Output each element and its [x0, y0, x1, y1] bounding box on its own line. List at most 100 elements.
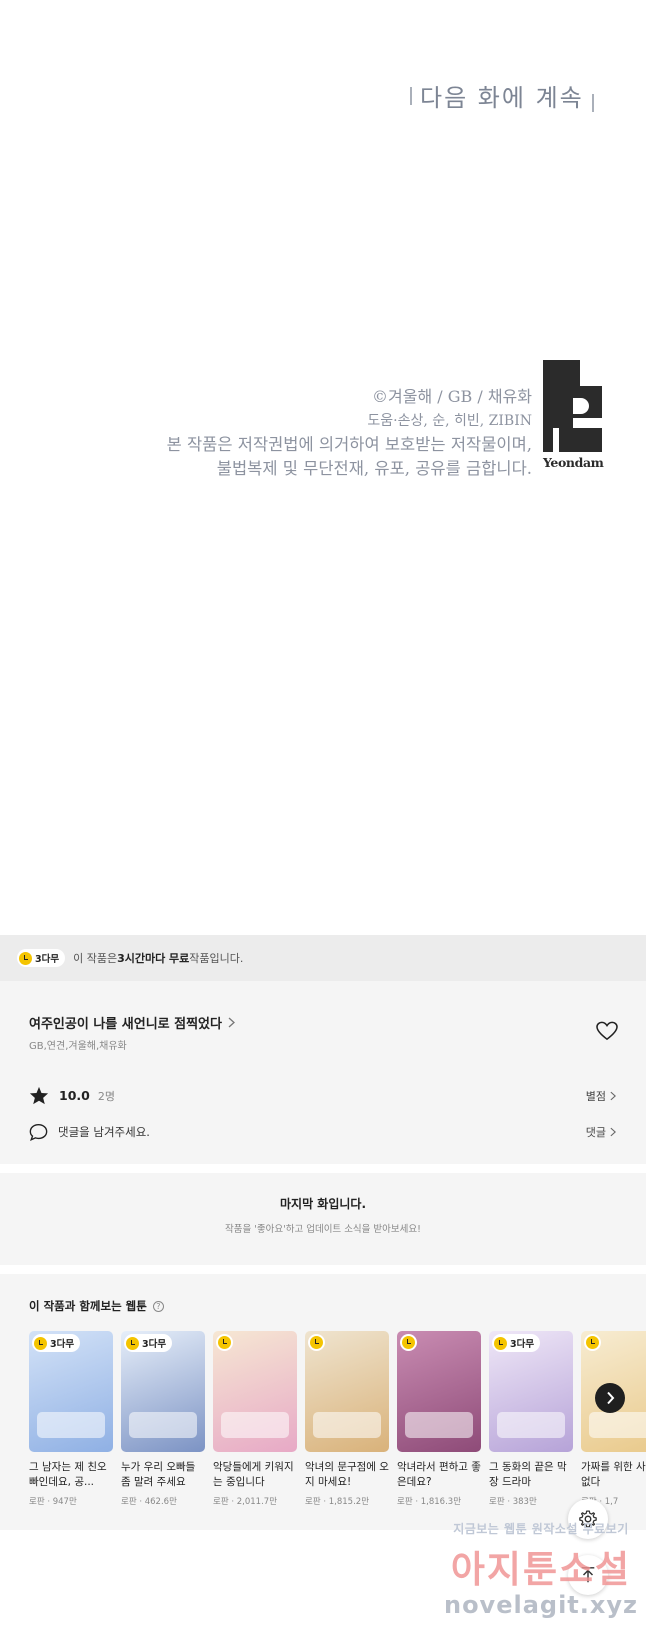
- copyright-authors: ©겨울해 / GB / 채유화: [372, 387, 532, 406]
- recommendation-thumbnail[interactable]: [213, 1331, 297, 1452]
- chevron-right-icon: [610, 1091, 616, 1100]
- rating-row: 10.0 2명 별점: [29, 1086, 616, 1105]
- recommendation-card[interactable]: 3다무그 남자는 제 친오빠인데요, 공... 로판 · 947만: [29, 1331, 113, 1507]
- last-episode-title: 마지막 화입니다.: [279, 1197, 367, 1211]
- help-icon[interactable]: ?: [152, 1300, 164, 1312]
- cover-title-art: [405, 1412, 473, 1438]
- last-episode-notice: 마지막 화입니다. 작품을 '좋아요'하고 업데이트 소식을 받아보세요!: [0, 1173, 646, 1265]
- watermark: 지금보는 웹툰 원작소설 무료보기 아지툰소설 novelagit.xyz: [436, 1520, 646, 1632]
- free-text-bold: 3시간마다 무료: [117, 952, 190, 965]
- recommendation-card[interactable]: 3다무누가 우리 오빠들 좀 말려 주세요로판 · 462.6만: [121, 1331, 205, 1507]
- free-text-after: 작품입니다.: [189, 952, 244, 965]
- chevron-right-icon: [606, 1391, 614, 1405]
- recommendation-meta: 로판 · 383만: [489, 1497, 537, 1507]
- recommendation-title[interactable]: 그 동화의 끝은 막장 드라마: [489, 1460, 573, 1490]
- heart-icon[interactable]: [596, 1021, 618, 1041]
- recommendation-meta: 로판 · 1,816.3만: [397, 1497, 462, 1507]
- cover-title-art: [313, 1412, 381, 1438]
- cover-title-art: [589, 1412, 646, 1438]
- rating-score: 10.0: [59, 1088, 90, 1103]
- arrow-up-icon: [581, 1567, 595, 1583]
- badge-label: 3다무: [35, 954, 60, 965]
- clock-icon: [494, 1336, 507, 1350]
- settings-button[interactable]: [568, 1499, 608, 1539]
- wait-free-badge: 3다무: [492, 1334, 541, 1352]
- rate-label: 별점: [585, 1089, 606, 1103]
- recommendation-thumbnail[interactable]: 3다무: [29, 1331, 113, 1452]
- publisher-name: Yeondam: [543, 455, 604, 470]
- clock-icon: [402, 1336, 415, 1349]
- recommendation-thumbnail[interactable]: 3다무: [489, 1331, 573, 1452]
- recommendation-title[interactable]: 가짜를 위한 사랑은 없다: [581, 1460, 646, 1490]
- comments-button[interactable]: 댓글: [586, 1124, 616, 1140]
- comment-placeholder: 댓글을 남겨주세요.: [58, 1125, 150, 1139]
- wait-free-badge: [400, 1334, 417, 1351]
- recommendation-title[interactable]: 누가 우리 오빠들 좀 말려 주세요: [121, 1460, 205, 1490]
- recommendation-card[interactable]: 악녀라서 편하고 좋은데요? 로판 · 1,816.3만: [397, 1331, 481, 1507]
- cover-title-art: [37, 1412, 105, 1438]
- recommendation-title[interactable]: 악당들에게 키워지는 중입니다: [213, 1460, 297, 1490]
- badge-label: 3다무: [142, 1339, 167, 1350]
- free-text-before: 이 작품은: [73, 952, 118, 965]
- clock-icon: [218, 1336, 231, 1349]
- badge-label: 3다무: [50, 1339, 75, 1350]
- recommendation-card[interactable]: 가짜를 위한 사랑은 없다로판 · 1,7: [581, 1331, 646, 1507]
- divider: [591, 93, 594, 112]
- publisher-logo: Yeondam: [543, 360, 604, 471]
- viewer-page: 다음 화에 계속 ©겨울해 / GB / 채유화 도움·손상, 순, 히빈, Z…: [0, 0, 646, 1632]
- recommendation-meta: 로판 · 462.6만: [121, 1497, 177, 1507]
- comment-row[interactable]: 댓글을 남겨주세요. 댓글: [29, 1123, 616, 1141]
- series-info: 여주인공이 나를 새언니로 점찍었다 GB,연견,겨울해,채유화 10.0 2명…: [0, 981, 646, 1164]
- recommendation-title[interactable]: 그 남자는 제 친오빠인데요, 공...: [29, 1460, 113, 1490]
- wait-free-badge: 3다무: [32, 1334, 81, 1352]
- recommendation-card[interactable]: 3다무그 동화의 끝은 막장 드라마로판 · 383만: [489, 1331, 573, 1507]
- watermark-line3: novelagit.xyz: [443, 1591, 638, 1619]
- clock-icon: [19, 951, 32, 965]
- chevron-right-icon: [610, 1127, 616, 1137]
- wait-free-badge: [308, 1334, 325, 1351]
- cover-title-art: [129, 1412, 197, 1438]
- recommendation-meta: 로판 · 2,011.7만: [213, 1497, 278, 1507]
- recommendation-meta: 로판 · 1,815.2만: [305, 1497, 370, 1507]
- wait-free-badge: [584, 1334, 601, 1351]
- copyright-block: ©겨울해 / GB / 채유화 도움·손상, 순, 히빈, ZIBIN 본 작품…: [167, 385, 532, 481]
- clock-icon: [586, 1336, 599, 1349]
- rating-count: 2명: [97, 1089, 115, 1103]
- recommendation-thumbnail[interactable]: 3다무: [121, 1331, 205, 1452]
- recommendation-list: 3다무그 남자는 제 친오빠인데요, 공... 로판 · 947만 3다무누가 우리…: [29, 1331, 646, 1507]
- badge-label: 3다무: [510, 1339, 535, 1350]
- wait-free-badge: 3다무: [124, 1334, 173, 1352]
- chevron-right-icon: [228, 1017, 235, 1028]
- recommendations-heading: 이 작품과 함께보는 웹툰: [29, 1299, 147, 1313]
- recommendations: 이 작품과 함께보는 웹툰 ? 3다무그 남자는 제 친오빠인데요, 공... 로…: [0, 1274, 646, 1530]
- recommendation-card[interactable]: 악녀의 문구점에 오지 마세요! 로판 · 1,815.2만: [305, 1331, 389, 1507]
- next-episode-notice: 다음 화에 계속: [410, 78, 594, 113]
- wait-free-badge: [216, 1334, 233, 1351]
- next-notice-text: 다음 화에 계속: [420, 84, 584, 112]
- rate-button[interactable]: 별점: [586, 1088, 616, 1104]
- recommendation-title[interactable]: 악녀의 문구점에 오지 마세요!: [305, 1460, 389, 1490]
- recommendations-title: 이 작품과 함께보는 웹툰 ?: [29, 1298, 164, 1314]
- recommendation-title[interactable]: 악녀라서 편하고 좋은데요?: [397, 1460, 481, 1490]
- gear-icon: [579, 1510, 597, 1528]
- recommendation-meta: 로판 · 947만: [29, 1497, 77, 1507]
- cover-title-art: [221, 1412, 289, 1438]
- series-title: 여주인공이 나를 새언니로 점찍었다: [29, 1017, 222, 1032]
- wait-free-badge: 3다무: [17, 949, 66, 967]
- series-authors: GB,연견,겨울해,채유화: [29, 1041, 127, 1052]
- recommendation-thumbnail[interactable]: [305, 1331, 389, 1452]
- recommendation-thumbnail[interactable]: [397, 1331, 481, 1452]
- last-episode-subtitle: 작품을 '좋아요'하고 업데이트 소식을 받아보세요!: [225, 1224, 421, 1235]
- recommendation-card[interactable]: 악당들에게 키워지는 중입니다로판 · 2,011.7만: [213, 1331, 297, 1507]
- copyright-notice: 본 작품은 저작권법에 의거하여 보호받는 저작물이며,: [166, 435, 532, 454]
- watermark-line2: 아지툰소설: [450, 1548, 632, 1591]
- free-info-banner: 3다무 이 작품은 3시간마다 무료 작품입니다.: [0, 935, 646, 981]
- scroll-top-button[interactable]: [568, 1555, 608, 1595]
- comment-icon: [29, 1124, 48, 1141]
- series-title-link[interactable]: 여주인공이 나를 새언니로 점찍었다: [29, 1013, 235, 1032]
- copyright-notice-2: 불법복제 및 무단전재, 유포, 공유를 금합니다.: [216, 459, 532, 478]
- clock-icon: [310, 1336, 323, 1349]
- carousel-next-button[interactable]: [595, 1383, 625, 1413]
- publisher-logo-mark: [543, 360, 602, 452]
- clock-icon: [34, 1336, 47, 1350]
